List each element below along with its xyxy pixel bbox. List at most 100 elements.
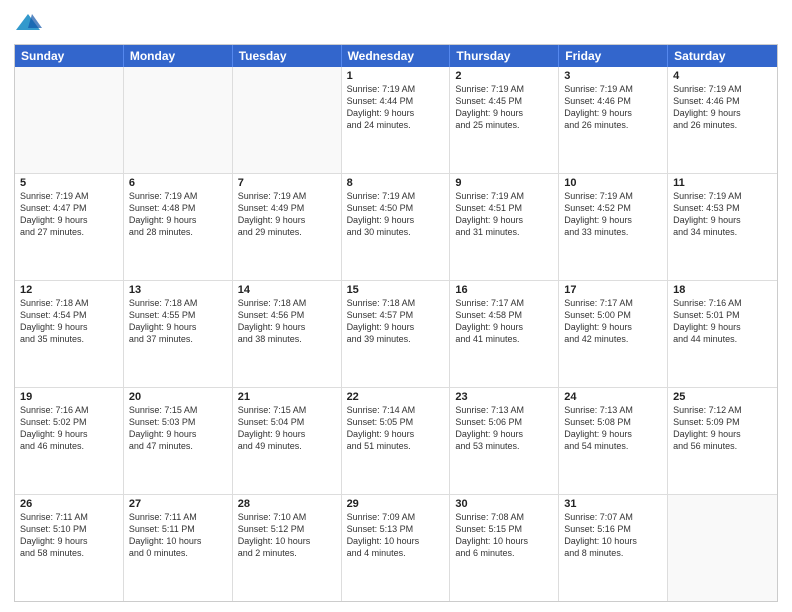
day-number: 16 — [455, 284, 553, 296]
day-info: Sunrise: 7:16 AM Sunset: 5:02 PM Dayligh… — [20, 404, 118, 453]
calendar-cell: 21Sunrise: 7:15 AM Sunset: 5:04 PM Dayli… — [233, 388, 342, 494]
day-info: Sunrise: 7:18 AM Sunset: 4:56 PM Dayligh… — [238, 297, 336, 346]
day-info: Sunrise: 7:13 AM Sunset: 5:06 PM Dayligh… — [455, 404, 553, 453]
day-number: 27 — [129, 498, 227, 510]
day-number: 24 — [564, 391, 662, 403]
day-number: 13 — [129, 284, 227, 296]
calendar-cell: 10Sunrise: 7:19 AM Sunset: 4:52 PM Dayli… — [559, 174, 668, 280]
day-info: Sunrise: 7:14 AM Sunset: 5:05 PM Dayligh… — [347, 404, 445, 453]
calendar-cell: 15Sunrise: 7:18 AM Sunset: 4:57 PM Dayli… — [342, 281, 451, 387]
header-day-thursday: Thursday — [450, 45, 559, 67]
day-info: Sunrise: 7:19 AM Sunset: 4:50 PM Dayligh… — [347, 190, 445, 239]
calendar-cell: 7Sunrise: 7:19 AM Sunset: 4:49 PM Daylig… — [233, 174, 342, 280]
day-number: 21 — [238, 391, 336, 403]
calendar-cell: 31Sunrise: 7:07 AM Sunset: 5:16 PM Dayli… — [559, 495, 668, 601]
calendar-cell: 17Sunrise: 7:17 AM Sunset: 5:00 PM Dayli… — [559, 281, 668, 387]
calendar-cell: 14Sunrise: 7:18 AM Sunset: 4:56 PM Dayli… — [233, 281, 342, 387]
day-number: 9 — [455, 177, 553, 189]
header-day-monday: Monday — [124, 45, 233, 67]
day-info: Sunrise: 7:19 AM Sunset: 4:51 PM Dayligh… — [455, 190, 553, 239]
day-info: Sunrise: 7:16 AM Sunset: 5:01 PM Dayligh… — [673, 297, 772, 346]
day-number: 23 — [455, 391, 553, 403]
day-info: Sunrise: 7:09 AM Sunset: 5:13 PM Dayligh… — [347, 511, 445, 560]
calendar-cell: 23Sunrise: 7:13 AM Sunset: 5:06 PM Dayli… — [450, 388, 559, 494]
day-number: 22 — [347, 391, 445, 403]
day-info: Sunrise: 7:17 AM Sunset: 5:00 PM Dayligh… — [564, 297, 662, 346]
day-info: Sunrise: 7:11 AM Sunset: 5:10 PM Dayligh… — [20, 511, 118, 560]
logo-icon — [14, 10, 42, 38]
day-number: 29 — [347, 498, 445, 510]
day-info: Sunrise: 7:18 AM Sunset: 4:54 PM Dayligh… — [20, 297, 118, 346]
day-info: Sunrise: 7:19 AM Sunset: 4:45 PM Dayligh… — [455, 83, 553, 132]
calendar-cell: 27Sunrise: 7:11 AM Sunset: 5:11 PM Dayli… — [124, 495, 233, 601]
header-day-saturday: Saturday — [668, 45, 777, 67]
day-info: Sunrise: 7:10 AM Sunset: 5:12 PM Dayligh… — [238, 511, 336, 560]
header-day-tuesday: Tuesday — [233, 45, 342, 67]
day-info: Sunrise: 7:11 AM Sunset: 5:11 PM Dayligh… — [129, 511, 227, 560]
day-number: 8 — [347, 177, 445, 189]
day-number: 12 — [20, 284, 118, 296]
day-info: Sunrise: 7:13 AM Sunset: 5:08 PM Dayligh… — [564, 404, 662, 453]
day-number: 5 — [20, 177, 118, 189]
calendar-cell: 29Sunrise: 7:09 AM Sunset: 5:13 PM Dayli… — [342, 495, 451, 601]
calendar-row-2: 5Sunrise: 7:19 AM Sunset: 4:47 PM Daylig… — [15, 174, 777, 281]
calendar-cell: 22Sunrise: 7:14 AM Sunset: 5:05 PM Dayli… — [342, 388, 451, 494]
day-number: 28 — [238, 498, 336, 510]
day-number: 10 — [564, 177, 662, 189]
calendar-cell: 28Sunrise: 7:10 AM Sunset: 5:12 PM Dayli… — [233, 495, 342, 601]
calendar-cell — [668, 495, 777, 601]
day-number: 4 — [673, 70, 772, 82]
day-info: Sunrise: 7:18 AM Sunset: 4:55 PM Dayligh… — [129, 297, 227, 346]
calendar-cell: 24Sunrise: 7:13 AM Sunset: 5:08 PM Dayli… — [559, 388, 668, 494]
day-number: 14 — [238, 284, 336, 296]
day-info: Sunrise: 7:15 AM Sunset: 5:04 PM Dayligh… — [238, 404, 336, 453]
calendar-cell — [233, 67, 342, 173]
calendar-cell: 2Sunrise: 7:19 AM Sunset: 4:45 PM Daylig… — [450, 67, 559, 173]
calendar-cell: 25Sunrise: 7:12 AM Sunset: 5:09 PM Dayli… — [668, 388, 777, 494]
day-info: Sunrise: 7:08 AM Sunset: 5:15 PM Dayligh… — [455, 511, 553, 560]
day-number: 17 — [564, 284, 662, 296]
calendar-cell — [124, 67, 233, 173]
day-number: 18 — [673, 284, 772, 296]
day-number: 19 — [20, 391, 118, 403]
day-info: Sunrise: 7:07 AM Sunset: 5:16 PM Dayligh… — [564, 511, 662, 560]
header-day-wednesday: Wednesday — [342, 45, 451, 67]
day-info: Sunrise: 7:19 AM Sunset: 4:53 PM Dayligh… — [673, 190, 772, 239]
calendar-row-4: 19Sunrise: 7:16 AM Sunset: 5:02 PM Dayli… — [15, 388, 777, 495]
day-number: 11 — [673, 177, 772, 189]
calendar-cell: 1Sunrise: 7:19 AM Sunset: 4:44 PM Daylig… — [342, 67, 451, 173]
calendar: SundayMondayTuesdayWednesdayThursdayFrid… — [14, 44, 778, 602]
calendar-row-3: 12Sunrise: 7:18 AM Sunset: 4:54 PM Dayli… — [15, 281, 777, 388]
calendar-body: 1Sunrise: 7:19 AM Sunset: 4:44 PM Daylig… — [15, 67, 777, 601]
day-info: Sunrise: 7:19 AM Sunset: 4:46 PM Dayligh… — [673, 83, 772, 132]
day-info: Sunrise: 7:19 AM Sunset: 4:48 PM Dayligh… — [129, 190, 227, 239]
calendar-cell: 26Sunrise: 7:11 AM Sunset: 5:10 PM Dayli… — [15, 495, 124, 601]
calendar-cell: 13Sunrise: 7:18 AM Sunset: 4:55 PM Dayli… — [124, 281, 233, 387]
day-number: 7 — [238, 177, 336, 189]
calendar-cell: 20Sunrise: 7:15 AM Sunset: 5:03 PM Dayli… — [124, 388, 233, 494]
page: SundayMondayTuesdayWednesdayThursdayFrid… — [0, 0, 792, 612]
calendar-cell: 6Sunrise: 7:19 AM Sunset: 4:48 PM Daylig… — [124, 174, 233, 280]
day-info: Sunrise: 7:12 AM Sunset: 5:09 PM Dayligh… — [673, 404, 772, 453]
day-number: 25 — [673, 391, 772, 403]
day-number: 15 — [347, 284, 445, 296]
day-info: Sunrise: 7:19 AM Sunset: 4:47 PM Dayligh… — [20, 190, 118, 239]
day-info: Sunrise: 7:19 AM Sunset: 4:49 PM Dayligh… — [238, 190, 336, 239]
day-number: 31 — [564, 498, 662, 510]
header-day-sunday: Sunday — [15, 45, 124, 67]
day-number: 3 — [564, 70, 662, 82]
day-number: 26 — [20, 498, 118, 510]
day-info: Sunrise: 7:17 AM Sunset: 4:58 PM Dayligh… — [455, 297, 553, 346]
calendar-cell: 16Sunrise: 7:17 AM Sunset: 4:58 PM Dayli… — [450, 281, 559, 387]
calendar-cell: 11Sunrise: 7:19 AM Sunset: 4:53 PM Dayli… — [668, 174, 777, 280]
calendar-cell: 18Sunrise: 7:16 AM Sunset: 5:01 PM Dayli… — [668, 281, 777, 387]
day-number: 20 — [129, 391, 227, 403]
calendar-cell: 4Sunrise: 7:19 AM Sunset: 4:46 PM Daylig… — [668, 67, 777, 173]
calendar-row-1: 1Sunrise: 7:19 AM Sunset: 4:44 PM Daylig… — [15, 67, 777, 174]
calendar-cell: 12Sunrise: 7:18 AM Sunset: 4:54 PM Dayli… — [15, 281, 124, 387]
calendar-cell: 8Sunrise: 7:19 AM Sunset: 4:50 PM Daylig… — [342, 174, 451, 280]
calendar-cell: 19Sunrise: 7:16 AM Sunset: 5:02 PM Dayli… — [15, 388, 124, 494]
day-info: Sunrise: 7:19 AM Sunset: 4:44 PM Dayligh… — [347, 83, 445, 132]
calendar-cell: 30Sunrise: 7:08 AM Sunset: 5:15 PM Dayli… — [450, 495, 559, 601]
calendar-cell — [15, 67, 124, 173]
